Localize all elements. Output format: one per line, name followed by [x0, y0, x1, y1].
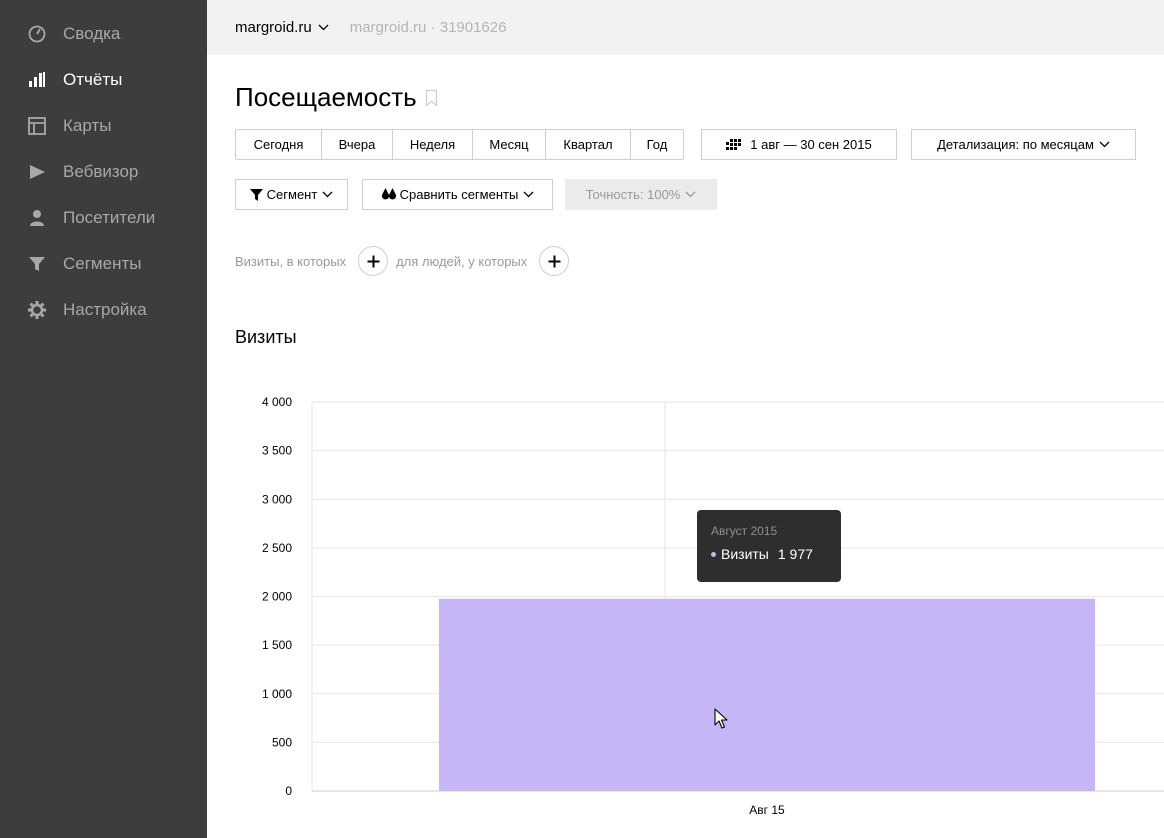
bar [439, 598, 1095, 791]
compare-drops-icon [381, 188, 397, 201]
plus-icon [367, 255, 380, 268]
accuracy-label: Точность: 100% [585, 187, 681, 202]
chart-tooltip: Август 2015 Визиты 1 977 [697, 510, 841, 582]
report-title: Посещаемость [235, 82, 417, 112]
period-year-button[interactable]: Год [631, 130, 683, 159]
gauge-icon [26, 23, 48, 45]
counter-info: margroid.ru · 31901626 [349, 19, 507, 36]
chevron-down-icon [322, 191, 333, 198]
y-tick-label: 0 [285, 784, 292, 798]
sidebar-item-label: Отчёты [63, 70, 123, 89]
date-range-button[interactable]: 1 авг — 30 сен 2015 [701, 129, 897, 160]
period-quarter-button[interactable]: Квартал [546, 130, 631, 159]
accuracy-select[interactable]: Точность: 100% [565, 179, 717, 210]
chevron-down-icon [318, 24, 329, 31]
play-icon [26, 161, 48, 183]
sidebar-item-label: Карты [63, 116, 112, 135]
y-tick-label: 2 500 [262, 541, 292, 555]
sidebar-item-summary[interactable]: Сводка [26, 22, 120, 46]
sidebar-item-visitors[interactable]: Посетители [26, 206, 155, 230]
period-selector: Сегодня Вчера Неделя Месяц Квартал Год [235, 129, 684, 160]
add-visit-condition-button[interactable] [358, 246, 389, 276]
site-selector[interactable]: margroid.ru [235, 19, 329, 36]
y-tick-label: 4 000 [262, 395, 292, 409]
sidebar-item-label: Посетители [63, 208, 156, 227]
segment-label: Сегмент [266, 187, 318, 202]
period-today-button[interactable]: Сегодня [236, 130, 322, 159]
top-bar: margroid.ru margroid.ru · 31901626 [207, 0, 1164, 55]
period-week-button[interactable]: Неделя [393, 130, 473, 159]
calendar-icon [726, 138, 742, 151]
y-tick-label: 3 000 [262, 492, 292, 506]
detail-label: Детализация: по месяцам [937, 137, 1094, 152]
x-tick-label: Авг 15 [749, 803, 785, 817]
user-icon [26, 207, 48, 229]
compare-label: Сравнить сегменты [399, 187, 519, 202]
visits-chart: 0 500 1 000 1 500 2 000 2 500 3 000 3 500 4 000 А… [235, 390, 1164, 830]
mouse-cursor-icon [714, 708, 728, 735]
y-tick-label: 3 500 [262, 444, 292, 458]
sidebar-item-label: Сводка [63, 24, 121, 43]
tooltip-row: Визиты 1 977 [711, 546, 841, 562]
tooltip-series-name: Визиты [721, 546, 769, 562]
chevron-down-icon [1099, 141, 1110, 148]
bar-chart-icon [26, 69, 48, 91]
segment-funnel-icon [249, 188, 263, 201]
chevron-down-icon [685, 191, 696, 198]
date-range-label: 1 авг — 30 сен 2015 [750, 137, 872, 152]
page-title: Посещаемость [235, 82, 438, 113]
site-name: margroid.ru [235, 19, 312, 36]
sidebar-item-reports[interactable]: Отчёты [26, 68, 122, 92]
gear-icon [26, 299, 48, 321]
sidebar: Сводка Отчёты Карты Вебвизор Посетители … [0, 0, 207, 838]
plus-icon [548, 255, 561, 268]
sidebar-item-settings[interactable]: Настройка [26, 298, 147, 322]
sidebar-item-maps[interactable]: Карты [26, 114, 111, 138]
y-tick-label: 1 000 [262, 687, 292, 701]
period-yesterday-button[interactable]: Вчера [322, 130, 393, 159]
sidebar-item-segments[interactable]: Сегменты [26, 252, 141, 276]
sidebar-item-label: Сегменты [63, 254, 142, 273]
y-tick-label: 2 000 [262, 590, 292, 604]
condition-row: Визиты, в которых для людей, у которых [235, 246, 577, 276]
chart-svg: 0 500 1 000 1 500 2 000 2 500 3 000 3 500 4 000 А… [262, 395, 1164, 817]
sidebar-item-webvisor[interactable]: Вебвизор [26, 160, 138, 184]
tooltip-month: Август 2015 [711, 524, 778, 538]
tooltip-value: 1 977 [777, 546, 813, 562]
detail-select[interactable]: Детализация: по месяцам [911, 129, 1136, 160]
add-people-condition-button[interactable] [539, 246, 570, 276]
map-icon [26, 115, 48, 137]
y-tick-label: 500 [272, 735, 292, 749]
tooltip-series-dot [711, 551, 716, 557]
y-tick-label: 1 500 [262, 638, 292, 652]
funnel-icon [26, 253, 48, 275]
sidebar-item-label: Вебвизор [63, 162, 139, 181]
sidebar-item-label: Настройка [63, 300, 147, 319]
segment-button[interactable]: Сегмент [235, 179, 348, 210]
chevron-down-icon [523, 191, 534, 198]
people-condition-label: для людей, у которых [396, 253, 528, 269]
compare-segments-button[interactable]: Сравнить сегменты [362, 179, 553, 210]
period-month-button[interactable]: Месяц [473, 130, 546, 159]
chart-section-title: Визиты [235, 327, 297, 347]
bookmark-icon[interactable] [425, 89, 438, 107]
visits-condition-label: Визиты, в которых [235, 253, 347, 269]
